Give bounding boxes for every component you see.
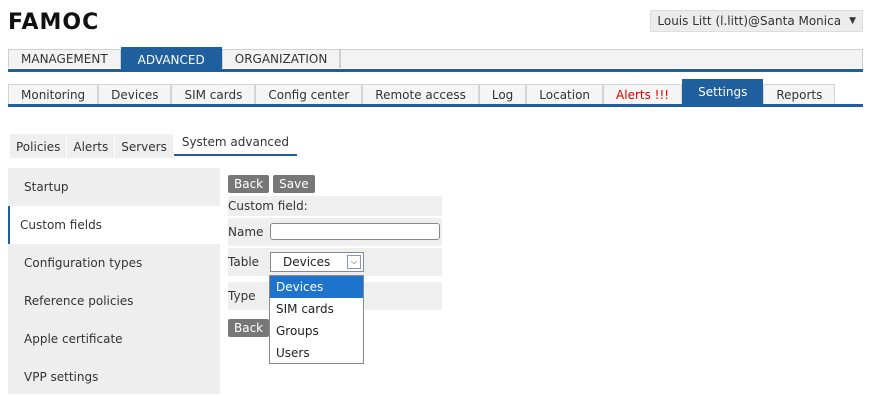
tab-monitoring[interactable]: Monitoring [8, 84, 99, 104]
nav-custom-fields[interactable]: Custom fields [8, 206, 220, 244]
tab-alerts[interactable]: Alerts !!! [603, 84, 683, 104]
tab-management[interactable]: MANAGEMENT [8, 49, 121, 68]
subtab-system-advanced[interactable]: System advanced [173, 132, 298, 156]
tab-reports[interactable]: Reports [763, 84, 836, 104]
subtab-policies[interactable]: Policies [10, 134, 67, 158]
table-row: Table Devices ⌵ [228, 248, 442, 276]
name-input[interactable] [270, 223, 440, 240]
left-nav: Startup Custom fields Configuration type… [8, 168, 220, 394]
save-button[interactable]: Save [273, 175, 315, 193]
table-dropdown-list: Devices SIM cards Groups Users [269, 275, 364, 364]
section-tabs: Monitoring Devices SIM cards Config cent… [8, 79, 863, 107]
subtab-alerts[interactable]: Alerts [67, 134, 115, 158]
tab-bar-filler [340, 49, 863, 68]
tab-devices[interactable]: Devices [98, 84, 172, 104]
nav-vpp-settings[interactable]: VPP settings [8, 358, 220, 396]
form-toolbar: Back Save [228, 175, 315, 193]
tab-advanced[interactable]: ADVANCED [120, 47, 222, 70]
tab-organization[interactable]: ORGANIZATION [221, 49, 341, 68]
nav-startup[interactable]: Startup [8, 168, 220, 206]
user-menu[interactable]: Louis Litt (l.litt)@Santa Monica ▼ [650, 10, 863, 32]
tab-remote-access[interactable]: Remote access [362, 84, 479, 104]
type-label: Type [228, 289, 256, 303]
option-users[interactable]: Users [270, 342, 363, 364]
subtab-servers[interactable]: Servers [115, 134, 173, 158]
nav-configuration-types[interactable]: Configuration types [8, 244, 220, 282]
chevron-down-icon[interactable]: ⌵ [347, 255, 361, 269]
top-tabs: MANAGEMENT ADVANCED ORGANIZATION [8, 47, 863, 72]
famoc-logo: FAMOC [8, 10, 100, 35]
table-label: Table [228, 255, 260, 269]
tab-log[interactable]: Log [478, 84, 527, 104]
back-button-bottom[interactable]: Back [228, 319, 270, 337]
table-select-value: Devices [283, 255, 331, 269]
name-row: Name [228, 218, 442, 246]
option-sim-cards[interactable]: SIM cards [270, 298, 363, 320]
option-groups[interactable]: Groups [270, 320, 363, 342]
nav-apple-certificate[interactable]: Apple certificate [8, 320, 220, 358]
user-name: Louis Litt (l.litt)@Santa Monica [657, 14, 842, 28]
caret-down-icon: ▼ [849, 16, 856, 26]
name-label: Name [228, 225, 264, 239]
tab-config-center[interactable]: Config center [255, 84, 363, 104]
nav-reference-policies[interactable]: Reference policies [8, 282, 220, 320]
tab-settings[interactable]: Settings [682, 79, 764, 104]
settings-subtabs: Policies Alerts Servers System advanced [10, 132, 298, 158]
tab-sim-cards[interactable]: SIM cards [171, 84, 256, 104]
back-button[interactable]: Back [228, 175, 270, 193]
form-title: Custom field: [228, 196, 442, 216]
table-select[interactable]: Devices ⌵ [270, 252, 364, 272]
tab-location[interactable]: Location [526, 84, 604, 104]
option-devices[interactable]: Devices [270, 276, 363, 298]
